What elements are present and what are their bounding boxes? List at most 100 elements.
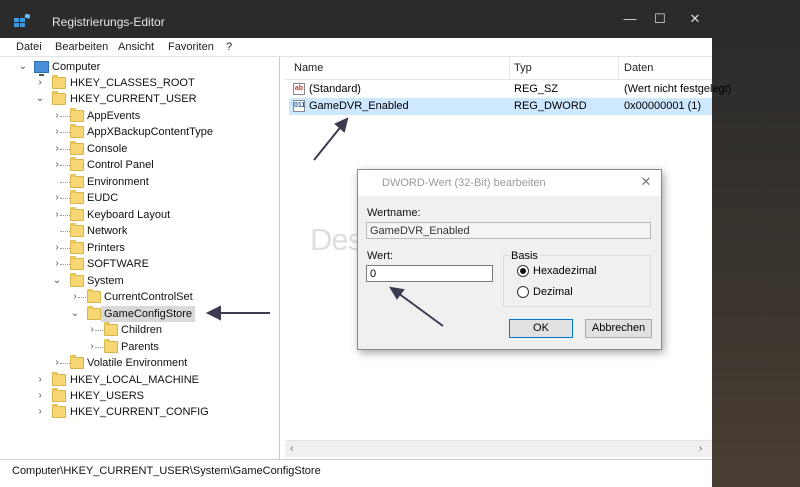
list-row[interactable]: ab (Standard) REG_SZ (Wert nicht festgel… [289,81,731,98]
list-row-selected[interactable]: 011 GameDVR_Enabled REG_DWORD 0x00000001… [289,98,712,115]
column-header-type[interactable]: Typ [514,62,532,74]
tree-item-label: AppXBackupContentType [87,126,213,138]
folder-icon [70,174,84,188]
scroll-left-icon[interactable]: ‹ [290,443,293,454]
chevron-right-icon[interactable]: › [35,75,45,91]
folder-icon [70,240,84,254]
radio-label: Dezimal [533,286,573,298]
column-divider[interactable] [618,57,619,79]
binary-value-icon: 011 [293,100,305,112]
tree-item-appxbackupcontenttype[interactable]: › AppXBackupContentType [0,124,270,140]
tree-item-label: Network [87,225,128,237]
tree-item-gameconfigstore[interactable]: ⌄ GameConfigStore [0,306,270,322]
tree-item-label: HKEY_CLASSES_ROOT [70,77,195,89]
value-data-label: Wert: [367,250,394,262]
scroll-right-icon[interactable]: › [699,443,702,454]
tree-item-environment[interactable]: Environment [0,174,270,190]
radio-checked-icon[interactable] [517,265,529,277]
folder-icon [70,124,84,138]
tree-item-software[interactable]: › SOFTWARE [0,256,270,272]
menu-help[interactable]: ? [226,41,232,53]
base-groupbox [503,255,651,307]
tree-item-label: Printers [87,242,125,254]
tree-item-volatile-environment[interactable]: › Volatile Environment [0,355,270,371]
ok-button[interactable]: OK [509,319,573,338]
horizontal-scrollbar[interactable]: ‹ › [285,440,712,457]
folder-icon [52,372,66,386]
status-bar: Computer\HKEY_CURRENT_USER\System\GameCo… [0,459,712,487]
folder-icon [104,339,118,353]
tree-item-system[interactable]: ⌄ System [0,273,270,289]
chevron-right-icon[interactable]: › [35,388,45,404]
tree-item-appevents[interactable]: › AppEvents [0,108,270,124]
column-divider[interactable] [509,57,510,79]
chevron-down-icon[interactable]: ⌄ [35,91,45,107]
column-header-name[interactable]: Name [294,62,323,74]
tree-connector [60,264,70,265]
minimize-icon[interactable]: — [620,10,640,28]
tree-item-label: HKEY_USERS [70,390,144,402]
folder-icon [70,355,84,369]
value-name-field[interactable] [366,222,651,239]
tree-item-label: GameConfigStore [101,306,196,322]
folder-icon [104,322,118,336]
chevron-down-icon[interactable]: ⌄ [70,306,80,322]
maximize-icon[interactable]: ☐ [650,10,670,28]
tree-item-currentcontrolset[interactable]: › CurrentControlSet [0,289,270,305]
tree-item-hkey-local-machine[interactable]: › HKEY_LOCAL_MACHINE [0,372,270,388]
tree-connector [60,182,70,183]
tree-connector [60,165,70,166]
value-type: REG_DWORD [514,100,587,112]
close-icon[interactable]: ✕ [685,10,705,28]
tree-connector [60,363,70,364]
desktop-background [712,0,800,487]
tree-item-label: Environment [87,176,149,188]
menu-ansicht[interactable]: Ansicht [118,41,154,53]
dialog-close-icon[interactable]: ✕ [638,174,654,190]
tree-item-control-panel[interactable]: › Control Panel [0,157,270,173]
tree-item-label: Computer [52,61,101,73]
value-data-field[interactable] [366,265,493,282]
tree-item-console[interactable]: › Console [0,141,270,157]
tree-item-eudc[interactable]: › EUDC [0,190,270,206]
folder-icon [52,388,66,402]
tree-item-label: HKEY_CURRENT_USER [70,93,197,105]
folder-icon [52,91,66,105]
tree-connector [60,231,70,232]
column-header-data[interactable]: Daten [624,62,653,74]
chevron-down-icon[interactable]: ⌄ [18,59,28,75]
tree-item-label: Children [121,324,162,336]
edit-dword-dialog: DWORD-Wert (32-Bit) bearbeiten ✕ Wertnam… [357,169,662,350]
chevron-down-icon[interactable]: ⌄ [52,273,62,289]
tree-item-hkey-users[interactable]: › HKEY_USERS [0,388,270,404]
tree-item-printers[interactable]: › Printers [0,240,270,256]
menu-datei[interactable]: Datei [16,41,42,53]
menu-bar: Datei Bearbeiten Ansicht Favoriten ? [0,38,712,57]
folder-icon [87,306,101,320]
tree-item-keyboard-layout[interactable]: › Keyboard Layout [0,207,270,223]
tree-item-hkey-current-user[interactable]: ⌄ HKEY_CURRENT_USER [0,91,270,107]
tree-item-children[interactable]: › Children [0,322,270,338]
tree-item-label: EUDC [87,192,119,204]
chevron-right-icon[interactable]: › [35,372,45,388]
tree-connector [60,215,70,216]
radio-unchecked-icon[interactable] [517,286,529,298]
tree-item-hkey-current-config[interactable]: › HKEY_CURRENT_CONFIG [0,404,270,420]
value-data: 0x00000001 (1) [624,100,702,112]
tree-item-label: Parents [121,341,159,353]
base-group-label: Basis [509,250,540,262]
registry-tree: ⌄ Computer › HKEY_CLASSES_ROOT ⌄ HKEY_CU… [0,57,280,459]
tree-item-computer[interactable]: ⌄ Computer [0,59,270,76]
tree-item-parents[interactable]: › Parents [0,339,270,355]
chevron-right-icon[interactable]: › [35,404,45,420]
tree-item-label: Control Panel [87,159,154,171]
tree-item-network[interactable]: Network [0,223,270,239]
tree-item-label: Console [87,143,128,155]
status-path: Computer\HKEY_CURRENT_USER\System\GameCo… [12,465,321,477]
cancel-button[interactable]: Abbrechen [585,319,652,338]
menu-bearbeiten[interactable]: Bearbeiten [55,41,108,53]
folder-icon [87,289,101,303]
value-name: (Standard) [309,83,361,95]
tree-item-hkey-classes-root[interactable]: › HKEY_CLASSES_ROOT [0,75,270,91]
menu-favoriten[interactable]: Favoriten [168,41,214,53]
